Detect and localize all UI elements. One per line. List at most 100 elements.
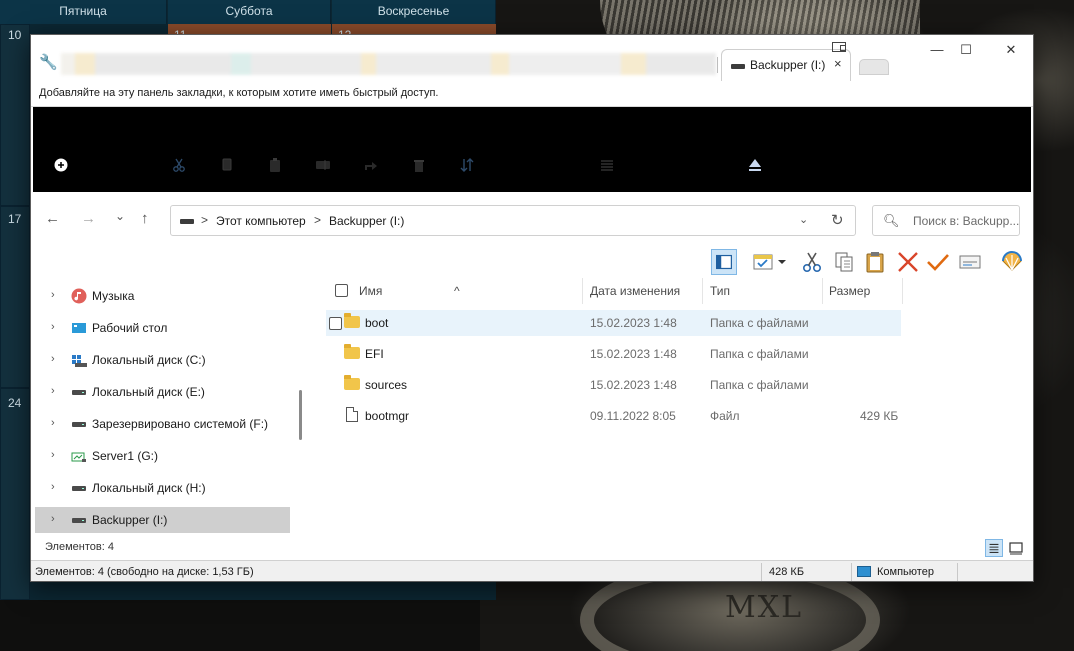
explorer-window: 🔧 Backupper (I:) × — ☐ ✕ Добавляйте на э… — [30, 34, 1034, 582]
sidebar-scrollbar[interactable] — [299, 390, 302, 440]
tab-backupper[interactable]: Backupper (I:) × — [721, 49, 851, 81]
tiles-view-icon[interactable] — [1007, 539, 1025, 557]
check-icon[interactable] — [925, 249, 951, 275]
column-header-label: Тип — [710, 284, 731, 298]
sidebar-item-music[interactable]: › Музыка — [35, 283, 290, 309]
sidebar-item-label: Локальный диск (E:) — [92, 385, 205, 399]
wrench-icon[interactable]: 🔧 — [39, 54, 58, 72]
recent-locations-button[interactable]: ⌄ — [115, 209, 125, 223]
drive-icon — [72, 390, 86, 395]
minimize-button[interactable]: — — [923, 39, 951, 61]
address-bar[interactable]: > Этот компьютер > Backupper (I:) ⌄ ↻ — [170, 205, 856, 236]
paste-icon[interactable] — [267, 157, 283, 173]
details-view-icon[interactable] — [985, 539, 1003, 557]
item-count-row: Элементов: 4 — [31, 535, 1033, 560]
column-header-size[interactable]: Размер — [823, 278, 903, 304]
column-header-date[interactable]: Дата изменения — [583, 278, 703, 304]
calendar-cell[interactable] — [0, 388, 30, 600]
row-checkbox[interactable] — [329, 317, 342, 330]
view-icon[interactable] — [599, 157, 615, 173]
copy-icon[interactable] — [219, 157, 235, 173]
calendar-date: 24 — [8, 396, 22, 410]
shell-icon[interactable] — [999, 249, 1025, 275]
sidebar-item-server1[interactable]: › Server1 (G:) — [35, 443, 290, 469]
file-type: Папка с файлами — [710, 378, 809, 392]
calendar-event-strip — [168, 24, 331, 34]
cut-icon[interactable] — [799, 249, 825, 275]
delete-icon[interactable] — [411, 157, 427, 173]
sidebar-item-desktop[interactable]: › Рабочий стол — [35, 315, 290, 341]
calendar-date: 10 — [8, 28, 22, 42]
sidebar-item-drive-h[interactable]: › Локальный диск (H:) — [35, 475, 290, 501]
breadcrumb-separator[interactable]: > — [201, 213, 208, 227]
chevron-down-icon[interactable] — [775, 249, 789, 275]
breadcrumb-separator[interactable]: > — [314, 213, 321, 227]
column-header-name[interactable]: Имя ^ — [323, 278, 583, 304]
sort-icon[interactable] — [459, 157, 475, 173]
search-box[interactable]: 🔍︎ Поиск в: Backupp... — [872, 205, 1020, 236]
table-row[interactable]: EFI 15.02.2023 1:48 Папка с файлами — [326, 341, 901, 367]
chevron-right-icon[interactable]: › — [51, 289, 55, 301]
status-divider — [761, 563, 762, 581]
table-row[interactable]: bootmgr 09.11.2022 8:05 Файл 429 КБ — [326, 403, 901, 429]
delete-icon[interactable] — [895, 249, 921, 275]
new-tab-button[interactable] — [859, 59, 889, 75]
file-date: 15.02.2023 1:48 — [590, 378, 677, 392]
chevron-right-icon[interactable]: › — [51, 321, 55, 333]
up-button[interactable]: ↑ — [141, 210, 149, 227]
sidebar-item-drive-c[interactable]: › Локальный диск (C:) — [35, 347, 290, 373]
chevron-right-icon[interactable]: › — [51, 481, 55, 493]
sidebar-item-label: Server1 (G:) — [92, 449, 159, 463]
snap-layout-icon[interactable] — [832, 42, 846, 52]
share-icon[interactable] — [363, 157, 379, 173]
eject-icon[interactable] — [747, 157, 763, 173]
drive-icon — [180, 219, 194, 224]
rename-icon[interactable] — [315, 157, 331, 173]
status-size: 428 КБ — [769, 566, 805, 578]
calendar-cell[interactable] — [0, 206, 30, 388]
maximize-button[interactable]: ☐ — [952, 39, 980, 61]
close-button[interactable]: ✕ — [997, 39, 1025, 61]
chevron-right-icon[interactable]: › — [51, 385, 55, 397]
item-count: Элементов: 4 — [45, 541, 114, 553]
sidebar-item-label: Backupper (I:) — [92, 513, 168, 527]
sidebar-item-label: Локальный диск (H:) — [92, 481, 206, 495]
drive-icon — [72, 486, 86, 491]
back-button[interactable]: ← — [45, 210, 60, 227]
rename-icon[interactable] — [957, 249, 983, 275]
forward-button[interactable]: → — [81, 210, 96, 227]
column-header-type[interactable]: Тип — [703, 278, 823, 304]
chevron-right-icon[interactable]: › — [51, 353, 55, 365]
file-size: 429 КБ — [860, 409, 899, 423]
breadcrumb-backupper[interactable]: Backupper (I:) — [329, 214, 404, 228]
chevron-right-icon[interactable]: › — [51, 417, 55, 429]
sidebar-item-drive-f[interactable]: › Зарезервировано системой (F:) — [35, 411, 290, 437]
sidebar-item-backupper[interactable]: › Backupper (I:) — [35, 507, 290, 533]
table-row[interactable]: boot 15.02.2023 1:48 Папка с файлами — [326, 310, 901, 336]
wallpaper-logo-text: MXL — [725, 590, 803, 625]
paste-icon[interactable] — [862, 249, 888, 275]
sidebar-item-label: Музыка — [92, 289, 135, 303]
calendar-cell[interactable] — [0, 24, 30, 206]
chevron-right-icon[interactable]: › — [51, 449, 55, 461]
file-type: Папка с файлами — [710, 316, 809, 330]
select-icon[interactable] — [751, 249, 777, 275]
breadcrumb-this-pc[interactable]: Этот компьютер — [216, 214, 306, 228]
chevron-right-icon[interactable]: › — [51, 513, 55, 525]
navigation-pane: › Музыка › Рабочий стол › Локальный диск… — [31, 278, 306, 535]
file-list: Имя ^ Дата изменения Тип Размер boot 15.… — [323, 278, 1033, 535]
select-all-checkbox[interactable] — [335, 284, 348, 297]
sidebar-item-label: Рабочий стол — [92, 321, 168, 335]
new-icon[interactable] — [53, 157, 69, 173]
address-dropdown-button[interactable]: ⌄ — [799, 213, 808, 226]
computer-icon — [857, 566, 871, 577]
refresh-button[interactable]: ↻ — [831, 211, 844, 229]
tab-close-button[interactable]: × — [834, 56, 842, 71]
blurred-tabs[interactable] — [61, 53, 716, 75]
file-icon — [346, 407, 358, 422]
table-row[interactable]: sources 15.02.2023 1:48 Папка с файлами — [326, 372, 901, 398]
preview-pane-icon[interactable] — [711, 249, 737, 275]
sidebar-item-drive-e[interactable]: › Локальный диск (E:) — [35, 379, 290, 405]
copy-icon[interactable] — [831, 249, 857, 275]
cut-icon[interactable] — [171, 157, 187, 173]
